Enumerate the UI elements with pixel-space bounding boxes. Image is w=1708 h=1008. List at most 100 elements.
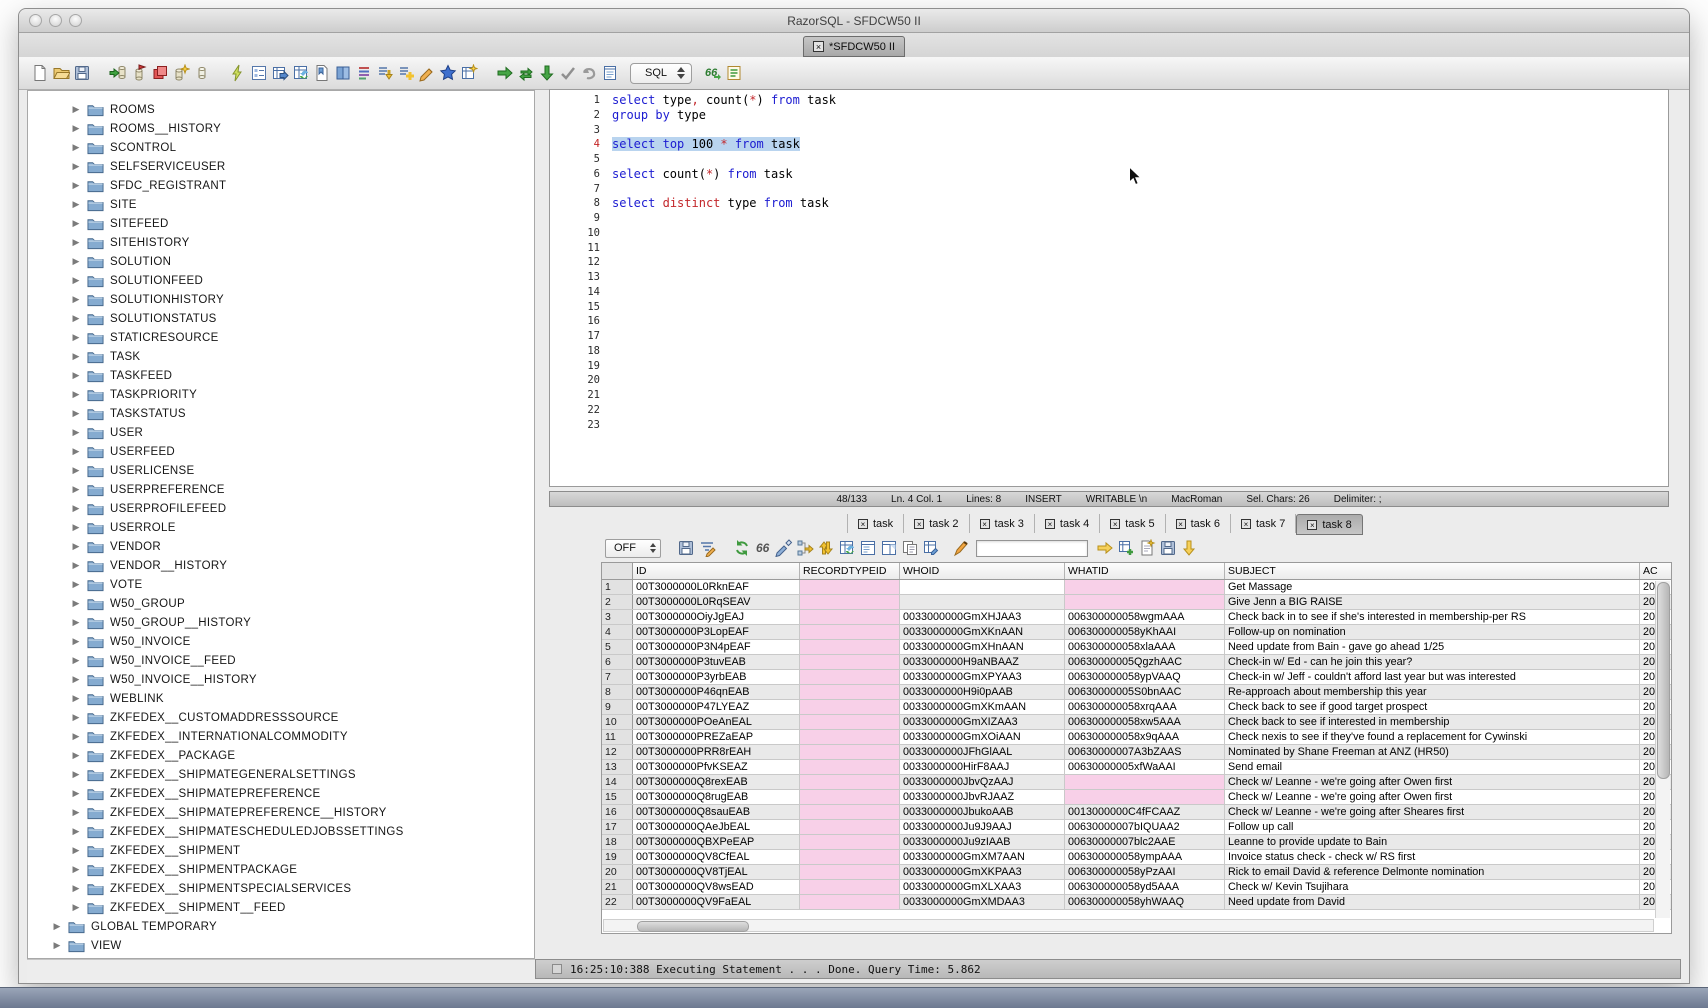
- cell-rtid[interactable]: [800, 895, 900, 909]
- result-tab-task-4[interactable]: ×task 4: [1035, 514, 1100, 533]
- cell-whoid[interactable]: 0033000000GmXHJAA3: [900, 610, 1065, 624]
- disclosure-triangle-icon[interactable]: ▶: [71, 731, 81, 742]
- sidebar-item-solutionstatus[interactable]: ▶SOLUTIONSTATUS: [28, 309, 534, 328]
- disclosure-triangle-icon[interactable]: ▶: [71, 218, 81, 229]
- sidebar-item-zkfedex-shipmentspecialservices[interactable]: ▶ZKFEDEX__SHIPMENTSPECIALSERVICES: [28, 879, 534, 898]
- cell-rtid[interactable]: [800, 865, 900, 879]
- disclosure-triangle-icon[interactable]: ▶: [71, 256, 81, 267]
- reload-table-button[interactable]: [836, 537, 857, 559]
- autocommit-select[interactable]: OFF: [605, 539, 661, 558]
- disclosure-triangle-icon[interactable]: ▶: [71, 199, 81, 210]
- cell-id[interactable]: 00T3000000L0RknEAF: [633, 580, 800, 594]
- title-bar[interactable]: RazorSQL - SFDCW50 II: [19, 9, 1689, 33]
- cell-whoid[interactable]: 0033000000GmXPYAA3: [900, 670, 1065, 684]
- disclosure-triangle-icon[interactable]: ▶: [52, 940, 62, 951]
- expand-row-button[interactable]: [794, 537, 815, 559]
- vertical-scrollbar-thumb[interactable]: [1657, 582, 1670, 779]
- column-header-recordtypeid[interactable]: RECORDTYPEID: [800, 563, 900, 579]
- cell-num[interactable]: 4: [602, 625, 633, 639]
- cell-whoid[interactable]: 0033000000GmXM7AAN: [900, 850, 1065, 864]
- close-tab-icon[interactable]: ×: [813, 41, 824, 52]
- disclosure-triangle-icon[interactable]: ▶: [71, 389, 81, 400]
- save-grid-button[interactable]: [1157, 537, 1178, 559]
- cell-num[interactable]: 12: [602, 745, 633, 759]
- sidebar-item-zkfedex-shipmategeneralsettings[interactable]: ▶ZKFEDEX__SHIPMATEGENERALSETTINGS: [28, 765, 534, 784]
- cell-subject[interactable]: Get Massage: [1225, 580, 1640, 594]
- table-editor-button[interactable]: [458, 62, 479, 84]
- vertical-scrollbar[interactable]: [1655, 581, 1670, 918]
- database-button[interactable]: [191, 62, 212, 84]
- cell-id[interactable]: 00T3000000PfvKSEAZ: [633, 760, 800, 774]
- sidebar-item-zkfedex-internationalcommodity[interactable]: ▶ZKFEDEX__INTERNATIONALCOMMODITY: [28, 727, 534, 746]
- editor-line-10[interactable]: 10: [550, 226, 1668, 241]
- editor-line-5[interactable]: 5: [550, 152, 1668, 167]
- cell-subject[interactable]: Need update from David: [1225, 895, 1640, 909]
- sidebar-item-staticresource[interactable]: ▶STATICRESOURCE: [28, 328, 534, 347]
- cell-subject[interactable]: Check-in w/ Jeff - couldn't afford last …: [1225, 670, 1640, 684]
- cell-subject[interactable]: Check w/ Leanne - we're going after Owen…: [1225, 790, 1640, 804]
- sidebar-item-user[interactable]: ▶USER: [28, 423, 534, 442]
- cell-whatid[interactable]: [1065, 595, 1225, 609]
- disclosure-triangle-icon[interactable]: ▶: [71, 655, 81, 666]
- cell-id[interactable]: 00T3000000Q8rugEAB: [633, 790, 800, 804]
- sidebar-item-zkfedex-shipmatepreference[interactable]: ▶ZKFEDEX__SHIPMATEPREFERENCE: [28, 784, 534, 803]
- cell-subject[interactable]: Rick to email David & reference Delmonte…: [1225, 865, 1640, 879]
- disclosure-triangle-icon[interactable]: ▶: [71, 427, 81, 438]
- cell-rtid[interactable]: [800, 685, 900, 699]
- cell-whatid[interactable]: 006300000058yhWAAQ: [1065, 895, 1225, 909]
- cell-whatid[interactable]: 006300000058yKhAAI: [1065, 625, 1225, 639]
- cell-whatid[interactable]: 006300000058yPzAAI: [1065, 865, 1225, 879]
- zoom-window-icon[interactable]: [69, 14, 82, 27]
- cell-rtid[interactable]: [800, 715, 900, 729]
- cell-whoid[interactable]: [900, 595, 1065, 609]
- editor-line-8[interactable]: 8select distinct type from task: [550, 196, 1668, 211]
- editor-line-3[interactable]: 3: [550, 123, 1668, 138]
- highlight-button[interactable]: [949, 537, 970, 559]
- cell-whoid[interactable]: 0033000000JbvQzAAJ: [900, 775, 1065, 789]
- cell-whoid[interactable]: 0033000000Ju9J9AAJ: [900, 820, 1065, 834]
- disclosure-triangle-icon[interactable]: ▶: [52, 921, 62, 932]
- disclosure-triangle-icon[interactable]: ▶: [71, 864, 81, 875]
- filter-results-button[interactable]: [696, 537, 717, 559]
- cell-num[interactable]: 9: [602, 700, 633, 714]
- editor-line-15[interactable]: 15: [550, 300, 1668, 315]
- table-row[interactable]: 1400T3000000Q8rexEAB0033000000JbvQzAAJCh…: [602, 775, 1671, 790]
- new-file-button[interactable]: [29, 62, 50, 84]
- table-row[interactable]: 1500T3000000Q8rugEAB0033000000JbvRJAAZCh…: [602, 790, 1671, 805]
- cell-whatid[interactable]: 0013000000C4fFCAAZ: [1065, 805, 1225, 819]
- cell-num[interactable]: 17: [602, 820, 633, 834]
- table-row[interactable]: 600T3000000P3tuvEAB0033000000H9aNBAAZ006…: [602, 655, 1671, 670]
- disconnect-db-button[interactable]: [128, 62, 149, 84]
- export-table-button[interactable]: [269, 62, 290, 84]
- disclosure-triangle-icon[interactable]: ▶: [71, 826, 81, 837]
- cell-rtid[interactable]: [800, 790, 900, 804]
- table-row[interactable]: 1100T3000000PREZaEAP0033000000GmXOiAAN00…: [602, 730, 1671, 745]
- disclosure-triangle-icon[interactable]: ▶: [71, 332, 81, 343]
- editor-line-1[interactable]: 1select type, count(*) from task: [550, 93, 1668, 108]
- result-tab-task-2[interactable]: ×task 2: [904, 514, 969, 533]
- disclosure-triangle-icon[interactable]: ▶: [71, 598, 81, 609]
- cell-id[interactable]: 00T3000000P3LopEAF: [633, 625, 800, 639]
- sidebar-item-zkfedex-customaddresssource[interactable]: ▶ZKFEDEX__CUSTOMADDRESSSOURCE: [28, 708, 534, 727]
- editor-line-9[interactable]: 9: [550, 211, 1668, 226]
- sidebar-item-vote[interactable]: ▶VOTE: [28, 575, 534, 594]
- cell-rtid[interactable]: [800, 595, 900, 609]
- cell-whatid[interactable]: 006300000058yd5AAA: [1065, 880, 1225, 894]
- row-number-header[interactable]: [602, 563, 633, 579]
- sidebar-item-zkfedex-shipmatescheduledjobssettings[interactable]: ▶ZKFEDEX__SHIPMATESCHEDULEDJOBSSETTINGS: [28, 822, 534, 841]
- cell-whatid[interactable]: 00630000007bIQUAA2: [1065, 820, 1225, 834]
- cell-whoid[interactable]: 0033000000H9aNBAAZ: [900, 655, 1065, 669]
- cell-subject[interactable]: Check back to see if interested in membe…: [1225, 715, 1640, 729]
- cell-whatid[interactable]: 006300000058ypVAAQ: [1065, 670, 1225, 684]
- cell-id[interactable]: 00T3000000PRR8rEAH: [633, 745, 800, 759]
- result-tab-task-3[interactable]: ×task 3: [970, 514, 1035, 533]
- copy-table-button[interactable]: [920, 537, 941, 559]
- cell-id[interactable]: 00T3000000QAeJbEAL: [633, 820, 800, 834]
- column-header-ac[interactable]: AC: [1640, 563, 1672, 579]
- disclosure-triangle-icon[interactable]: ▶: [71, 693, 81, 704]
- table-row[interactable]: 1000T3000000POeAnEAL0033000000GmXIZAA300…: [602, 715, 1671, 730]
- undo-button[interactable]: [578, 62, 599, 84]
- cell-rtid[interactable]: [800, 655, 900, 669]
- result-tab-task-7[interactable]: ×task 7: [1231, 514, 1296, 533]
- cell-id[interactable]: 00T3000000P3yrbEAB: [633, 670, 800, 684]
